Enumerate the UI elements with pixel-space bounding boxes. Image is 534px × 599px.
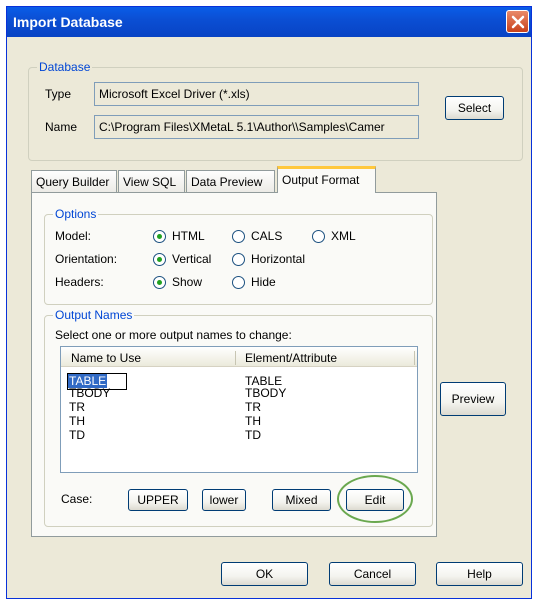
output-names-instruction: Select one or more output names to chang… — [55, 328, 292, 342]
model-html-label[interactable]: HTML — [172, 229, 205, 243]
import-database-dialog: Import Database Database Type Microsoft … — [6, 6, 532, 599]
table-row[interactable]: TR TR — [61, 400, 417, 414]
element-cell: TBODY — [245, 386, 287, 400]
column-header-element-attribute[interactable]: Element/Attribute — [245, 351, 337, 365]
options-legend: Options — [53, 207, 99, 221]
orientation-vertical-label[interactable]: Vertical — [172, 252, 211, 266]
ok-button[interactable]: OK — [221, 562, 308, 586]
model-cals-radio[interactable] — [232, 230, 245, 243]
help-button[interactable]: Help — [436, 562, 523, 586]
name-field: C:\Program Files\XMetaL 5.1\Author\\Samp… — [94, 115, 419, 139]
model-html-radio[interactable] — [153, 230, 166, 243]
model-xml-label[interactable]: XML — [331, 229, 356, 243]
model-label: Model: — [55, 229, 92, 243]
select-button[interactable]: Select — [445, 96, 504, 120]
cancel-button[interactable]: Cancel — [329, 562, 416, 586]
orientation-label: Orientation: — [55, 252, 118, 266]
name-cell: TH — [69, 414, 85, 428]
tab-data-preview[interactable]: Data Preview — [186, 170, 275, 192]
output-names-list[interactable]: Name to Use Element/Attribute TABLE TABL… — [60, 346, 418, 473]
headers-show-label[interactable]: Show — [172, 275, 202, 289]
close-icon — [511, 15, 525, 29]
column-divider[interactable] — [235, 351, 236, 365]
tab-view-sql[interactable]: View SQL — [118, 170, 185, 192]
database-legend: Database — [37, 60, 93, 74]
table-row[interactable]: TBODY TBODY — [61, 386, 417, 400]
orientation-horizontal-radio[interactable] — [232, 253, 245, 266]
title-bar[interactable]: Import Database — [7, 7, 531, 37]
table-row[interactable]: TH TH — [61, 414, 417, 428]
output-names-legend: Output Names — [53, 308, 135, 322]
type-label: Type — [45, 87, 72, 101]
headers-hide-label[interactable]: Hide — [251, 275, 276, 289]
column-divider[interactable] — [414, 351, 415, 365]
list-header: Name to Use Element/Attribute — [61, 347, 417, 367]
name-label: Name — [45, 120, 78, 134]
preview-button[interactable]: Preview — [440, 382, 506, 416]
case-lower-button[interactable]: lower — [202, 489, 246, 511]
headers-label: Headers: — [55, 275, 104, 289]
name-cell: TD — [69, 428, 85, 442]
table-row[interactable]: TD TD — [61, 428, 417, 442]
options-group: Options Model: HTML CALS XML Orientation… — [44, 207, 433, 305]
orientation-vertical-radio[interactable] — [153, 253, 166, 266]
output-format-panel: Options Model: HTML CALS XML Orientation… — [31, 192, 437, 537]
tab-query-builder[interactable]: Query Builder — [31, 170, 117, 192]
close-button[interactable] — [506, 10, 529, 33]
type-field: Microsoft Excel Driver (*.xls) — [94, 82, 419, 106]
name-cell: TR — [69, 400, 85, 414]
model-cals-label[interactable]: CALS — [251, 229, 282, 243]
element-cell: TD — [245, 428, 261, 442]
headers-hide-radio[interactable] — [232, 276, 245, 289]
case-mixed-button[interactable]: Mixed — [272, 489, 331, 511]
case-label: Case: — [61, 492, 93, 506]
element-cell: TH — [245, 414, 261, 428]
model-xml-radio[interactable] — [312, 230, 325, 243]
database-group: Database Type Microsoft Excel Driver (*.… — [28, 60, 523, 161]
tab-output-format[interactable]: Output Format — [277, 166, 376, 193]
dialog-title: Import Database — [13, 14, 123, 30]
case-upper-button[interactable]: UPPER — [128, 489, 188, 511]
name-cell: TBODY — [69, 386, 111, 400]
orientation-horizontal-label[interactable]: Horizontal — [251, 252, 305, 266]
annotation-ellipse — [337, 475, 413, 523]
column-header-name-to-use[interactable]: Name to Use — [71, 351, 141, 365]
element-cell: TR — [245, 400, 261, 414]
headers-show-radio[interactable] — [153, 276, 166, 289]
